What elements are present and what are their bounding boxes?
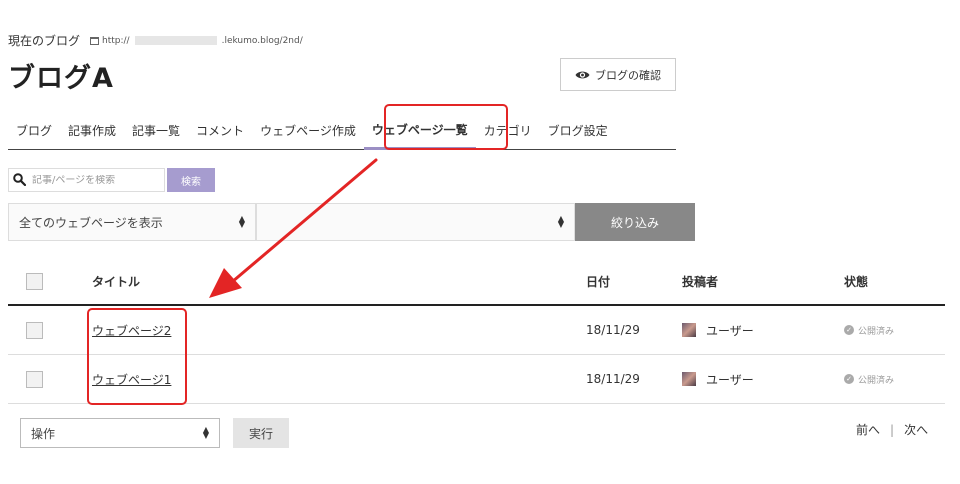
column-header-author[interactable]: 投稿者 <box>682 273 718 290</box>
next-page-link[interactable]: 次へ <box>904 421 928 438</box>
blog-title: ブログA <box>8 63 114 94</box>
webpage-table: タイトル 日付 投稿者 状態 ウェブページ2 18/11/29 ユーザー ✓ 公… <box>8 258 945 404</box>
column-header-date[interactable]: 日付 <box>586 273 610 290</box>
pagination: 前へ | 次へ <box>856 421 928 438</box>
tab-post-list[interactable]: 記事一覧 <box>124 112 188 150</box>
tab-webpage-list[interactable]: ウェブページ一覧 <box>363 112 476 150</box>
status-text: 公開済み <box>858 375 895 386</box>
select-all-checkbox[interactable] <box>26 272 43 290</box>
filter-button[interactable]: 絞り込み <box>575 203 695 241</box>
webpage-filter-value: 全てのウェブページを表示 <box>19 215 163 230</box>
row-status: ✓ 公開済み <box>844 324 894 337</box>
tab-categories[interactable]: カテゴリ <box>476 112 540 150</box>
search-icon <box>13 171 27 190</box>
preview-blog-button[interactable]: ブログの確認 <box>560 58 676 91</box>
bulk-action-value: 操作 <box>31 426 56 441</box>
eye-icon <box>575 70 590 80</box>
table-row: ウェブページ1 18/11/29 ユーザー ✓ 公開済み <box>8 355 945 404</box>
current-blog-label: 現在のブログ <box>8 34 81 48</box>
search-bar: 検索 <box>8 168 215 192</box>
tab-new-post[interactable]: 記事作成 <box>60 112 124 150</box>
window-icon <box>90 36 100 45</box>
blog-url-suffix: .lekumo.blog/2nd/ <box>221 35 303 46</box>
search-input[interactable] <box>32 174 157 186</box>
select-arrows-icon: ▲ ▼ <box>238 214 245 229</box>
table-header: タイトル 日付 投稿者 状態 <box>8 258 945 306</box>
annotation-arrow <box>209 158 378 298</box>
preview-blog-label: ブログの確認 <box>595 68 661 82</box>
prev-page-link[interactable]: 前へ <box>856 421 880 438</box>
blog-url-prefix: http:// <box>102 35 130 46</box>
execute-button[interactable]: 実行 <box>233 418 289 448</box>
check-circle-icon: ✓ <box>844 374 854 384</box>
tab-blog[interactable]: ブログ <box>8 112 60 150</box>
row-status: ✓ 公開済み <box>844 373 894 386</box>
webpage-filter-select[interactable]: 全てのウェブページを表示 ▲ ▼ <box>8 203 256 241</box>
search-field <box>8 168 165 192</box>
tab-blog-settings[interactable]: ブログ設定 <box>540 112 616 150</box>
row-author: ユーザー <box>682 322 754 339</box>
current-blog-crumb: 現在のブログ http:// .lekumo.blog/2nd/ <box>8 32 303 49</box>
secondary-filter-select[interactable]: ▲ ▼ <box>256 203 575 241</box>
bulk-actions: 操作 ▲ ▼ 実行 <box>20 418 289 448</box>
row-date: 18/11/29 <box>586 372 640 386</box>
bulk-action-select[interactable]: 操作 ▲ ▼ <box>20 418 220 448</box>
webpage-title-link[interactable]: ウェブページ1 <box>92 373 171 387</box>
tab-new-webpage[interactable]: ウェブページ作成 <box>252 112 364 150</box>
url-redacted-block <box>134 36 217 45</box>
row-title-cell: ウェブページ1 <box>92 371 171 388</box>
column-header-title[interactable]: タイトル <box>92 273 140 290</box>
row-date: 18/11/29 <box>586 323 640 337</box>
avatar <box>682 323 696 337</box>
blog-url[interactable]: http:// .lekumo.blog/2nd/ <box>90 36 303 46</box>
avatar <box>682 372 696 386</box>
table-row: ウェブページ2 18/11/29 ユーザー ✓ 公開済み <box>8 306 945 355</box>
filter-bar: 全てのウェブページを表示 ▲ ▼ ▲ ▼ 絞り込み <box>8 203 695 241</box>
author-name: ユーザー <box>706 323 754 338</box>
blog-nav-tabs: ブログ 記事作成 記事一覧 コメント ウェブページ作成 ウェブページ一覧 カテゴ… <box>8 112 676 150</box>
row-author: ユーザー <box>682 371 754 388</box>
row-title-cell: ウェブページ2 <box>92 322 171 339</box>
author-name: ユーザー <box>706 372 754 387</box>
check-circle-icon: ✓ <box>844 325 854 335</box>
row-checkbox[interactable] <box>26 370 43 388</box>
search-button[interactable]: 検索 <box>167 168 215 192</box>
select-arrows-icon: ▲ ▼ <box>557 214 564 229</box>
select-arrows-icon: ▲ ▼ <box>202 425 209 440</box>
row-checkbox[interactable] <box>26 321 43 339</box>
column-header-status[interactable]: 状態 <box>844 273 868 290</box>
tab-comments[interactable]: コメント <box>188 112 252 150</box>
status-text: 公開済み <box>858 326 895 337</box>
webpage-title-link[interactable]: ウェブページ2 <box>92 324 171 338</box>
pager-separator: | <box>890 422 895 437</box>
